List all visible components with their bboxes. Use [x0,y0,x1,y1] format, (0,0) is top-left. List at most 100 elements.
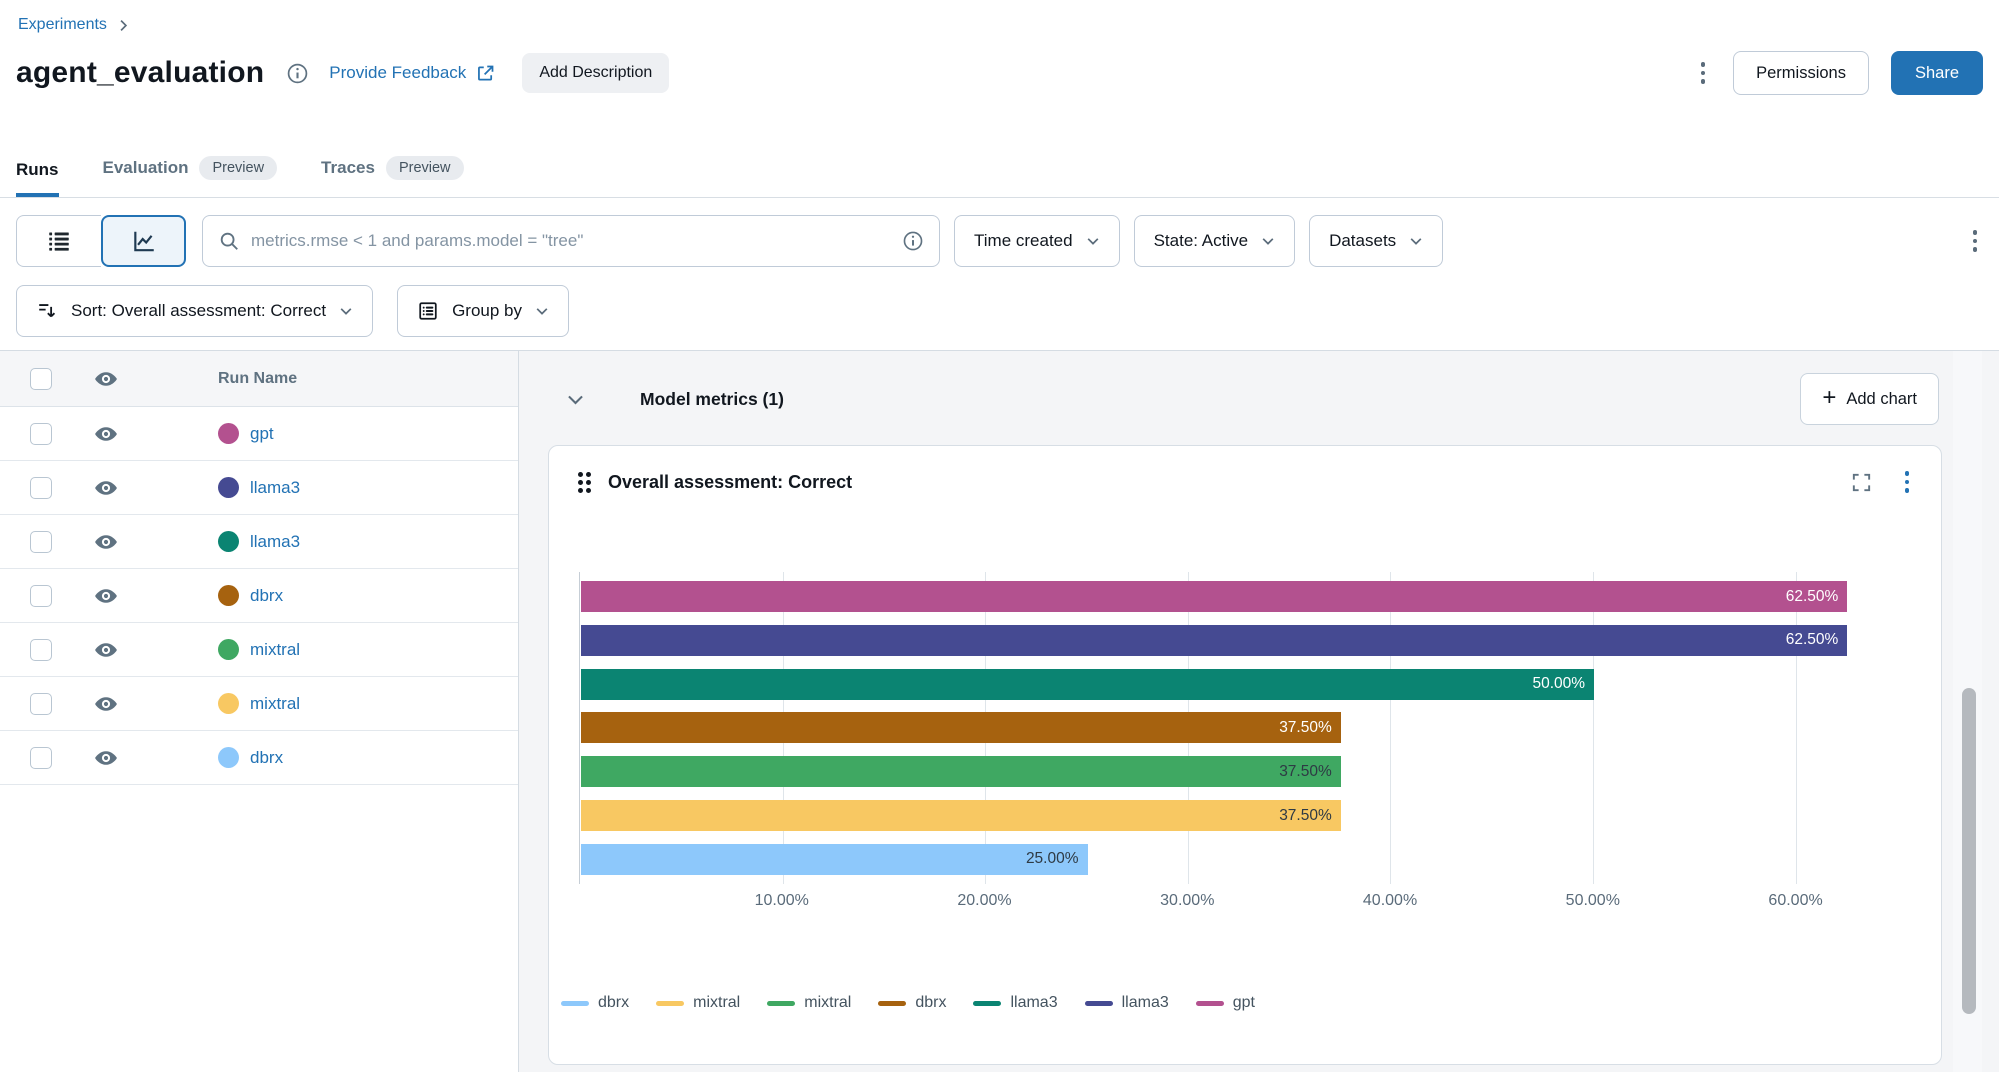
run-search-box [202,215,940,267]
chevron-down-icon [339,304,353,318]
bar-dbrx: 25.00% [581,844,1088,875]
visibility-eye-icon[interactable] [94,746,118,770]
run-name-link[interactable]: dbrx [250,586,283,606]
x-tick-label: 30.00% [1160,892,1214,910]
run-checkbox[interactable] [30,747,52,769]
time-created-filter-dropdown[interactable]: Time created [954,215,1120,267]
visibility-eye-icon[interactable] [94,422,118,446]
tab-runs[interactable]: Runs [16,160,59,197]
permissions-button[interactable]: Permissions [1733,51,1869,95]
run-checkbox[interactable] [30,531,52,553]
run-name-link[interactable]: llama3 [250,532,300,552]
run-color-dot [218,693,239,714]
section-collapse-chevron-icon[interactable] [565,389,586,410]
run-name-link[interactable]: mixtral [250,694,300,714]
chart-view-toggle-button[interactable] [101,215,186,267]
expand-chart-icon[interactable] [1850,471,1873,494]
x-tick-label: 50.00% [1566,892,1620,910]
search-input[interactable] [251,231,891,251]
table-row: mixtral [0,677,518,731]
legend-item-llama3[interactable]: llama3 [1085,994,1169,1012]
time-created-label: Time created [974,231,1073,251]
gridline [1390,572,1391,884]
preview-badge: Preview [386,156,464,180]
legend-item-llama3[interactable]: llama3 [973,994,1057,1012]
bar-value-label: 37.50% [1279,719,1341,737]
legend-label: llama3 [1010,994,1057,1012]
title-row: agent_evaluation Provide Feedback Add De… [16,50,669,96]
metrics-section-header: Model metrics (1) + Add chart [565,373,1939,425]
tab-traces[interactable]: Traces Preview [321,156,463,197]
run-name-link[interactable]: mixtral [250,640,300,660]
experiment-page: Experiments agent_evaluation Provide Fee… [0,0,1999,1072]
legend-item-mixtral[interactable]: mixtral [767,994,851,1012]
bar-mixtral: 37.50% [581,800,1341,831]
bar-mixtral: 37.50% [581,756,1341,787]
bar-value-label: 37.50% [1279,763,1341,781]
runs-content: Run Name gpt llama3 llama3 dbrx mixtral mixtr… [0,350,1999,1072]
visibility-eye-icon[interactable] [94,638,118,662]
run-name-link[interactable]: llama3 [250,478,300,498]
add-chart-button[interactable]: + Add chart [1800,373,1939,425]
legend-item-gpt[interactable]: gpt [1196,994,1255,1012]
visibility-eye-icon[interactable] [94,530,118,554]
legend-item-dbrx[interactable]: dbrx [878,994,946,1012]
run-checkbox[interactable] [30,423,52,445]
run-color-dot [218,423,239,444]
chart-card-header: Overall assessment: Correct [578,470,1915,494]
visibility-eye-icon[interactable] [94,476,118,500]
run-name-link[interactable]: dbrx [250,748,283,768]
x-tick-label: 60.00% [1768,892,1822,910]
sort-dropdown[interactable]: Sort: Overall assessment: Correct [16,285,373,337]
table-row: llama3 [0,515,518,569]
breadcrumb: Experiments [18,16,130,34]
chart-menu-kebab-icon[interactable] [1899,465,1916,499]
legend-item-mixtral[interactable]: mixtral [656,994,740,1012]
search-icon [218,230,240,252]
tab-evaluation[interactable]: Evaluation Preview [103,156,278,197]
info-icon[interactable] [286,62,309,85]
scrollbar-thumb[interactable] [1962,688,1976,1014]
page-title: agent_evaluation [16,56,264,90]
tab-traces-label: Traces [321,158,375,178]
table-row: dbrx [0,731,518,785]
run-checkbox[interactable] [30,693,52,715]
list-view-toggle-button[interactable] [16,215,101,267]
run-name-column-header: Run Name [218,370,297,388]
provide-feedback-label: Provide Feedback [329,63,466,83]
group-by-dropdown[interactable]: Group by [397,285,569,337]
bar-value-label: 50.00% [1532,675,1594,693]
bar-value-label: 25.00% [1026,850,1088,868]
run-checkbox[interactable] [30,585,52,607]
group-by-label: Group by [452,301,522,321]
visibility-eye-icon[interactable] [94,367,118,391]
legend-label: mixtral [804,994,851,1012]
legend-label: llama3 [1122,994,1169,1012]
add-chart-label: Add chart [1846,390,1917,409]
legend-label: mixtral [693,994,740,1012]
experiment-menu-kebab-icon[interactable] [1695,56,1712,90]
breadcrumb-experiments-link[interactable]: Experiments [18,16,107,34]
add-description-button[interactable]: Add Description [522,53,669,93]
search-info-icon[interactable] [902,230,924,252]
provide-feedback-link[interactable]: Provide Feedback [329,63,496,84]
visibility-eye-icon[interactable] [94,692,118,716]
visibility-eye-icon[interactable] [94,584,118,608]
share-button[interactable]: Share [1891,51,1983,95]
run-checkbox[interactable] [30,477,52,499]
tab-bar: Runs Evaluation Preview Traces Preview [0,146,1999,198]
chevron-down-icon [1261,234,1275,248]
legend-swatch [1085,1001,1113,1006]
breadcrumb-chevron-icon [117,19,130,32]
legend-item-dbrx[interactable]: dbrx [561,994,629,1012]
datasets-filter-dropdown[interactable]: Datasets [1309,215,1443,267]
drag-handle-icon[interactable] [578,472,591,493]
state-filter-dropdown[interactable]: State: Active [1134,215,1296,267]
toolbar-more-kebab-icon[interactable] [1967,224,1984,258]
select-all-checkbox[interactable] [30,368,52,390]
table-row: dbrx [0,569,518,623]
run-checkbox[interactable] [30,639,52,661]
legend-swatch [878,1001,906,1006]
run-name-link[interactable]: gpt [250,424,274,444]
header-actions: Permissions Share [1695,50,1983,96]
